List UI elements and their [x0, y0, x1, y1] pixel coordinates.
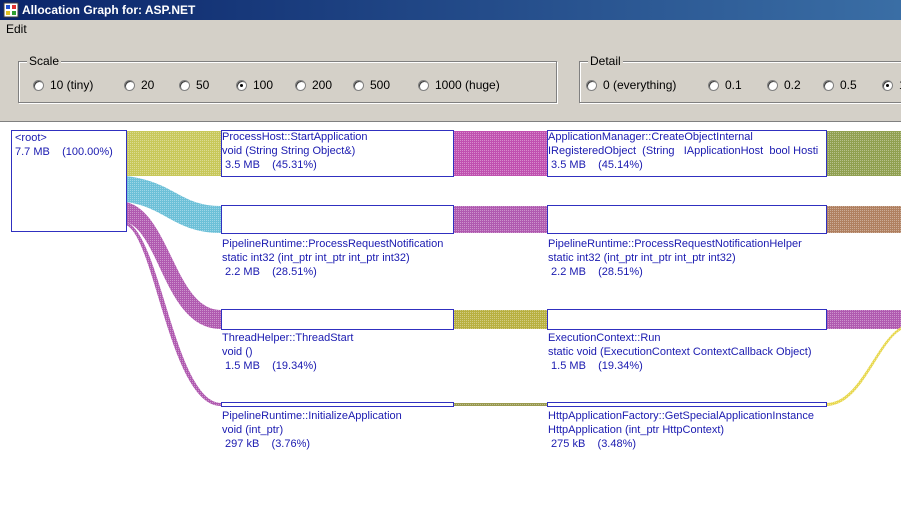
app-icon [3, 2, 19, 18]
radio-circle[interactable] [124, 79, 135, 91]
node-root-label: <root> 7.7 MB (100.00%) [15, 132, 113, 158]
node-appmanager-label: ApplicationManager::CreateObjectInternal… [548, 131, 819, 171]
scale-option-20[interactable]: 20 [124, 78, 154, 92]
node-threadhelper[interactable] [221, 309, 454, 330]
title-bar: Allocation Graph for: ASP.NET [0, 0, 901, 20]
radio-circle[interactable] [418, 79, 429, 91]
scale-option-50[interactable]: 50 [179, 78, 209, 92]
node-pipelineinit[interactable] [221, 402, 454, 407]
scale-legend: Scale [27, 54, 62, 68]
node-executioncontext-label: ExecutionContext::Run static void (Execu… [548, 332, 812, 372]
detail-option-0-1[interactable]: 0.1 [708, 78, 742, 92]
radio-circle-selected[interactable] [236, 79, 247, 91]
scale-option-1000[interactable]: 1000 (huge) [418, 78, 500, 92]
radio-circle[interactable] [353, 79, 364, 91]
options-panel: Scale Detail 10 (tiny) 20 50 100 200 500… [0, 38, 901, 121]
node-processhost-label: ProcessHost::StartApplication void (Stri… [222, 131, 368, 171]
detail-option-0-5[interactable]: 0.5 [823, 78, 857, 92]
window-title: Allocation Graph for: ASP.NET [22, 3, 196, 17]
scale-option-100[interactable]: 100 [236, 78, 273, 92]
menu-bar: Edit [0, 20, 901, 38]
detail-option-0-2[interactable]: 0.2 [767, 78, 801, 92]
node-threadhelper-label: ThreadHelper::ThreadStart void () 1.5 MB… [222, 332, 354, 372]
radio-circle-selected[interactable] [882, 79, 893, 91]
node-pipelinehelper-label: PipelineRuntime::ProcessRequestNotificat… [548, 238, 802, 278]
scale-option-200[interactable]: 200 [295, 78, 332, 92]
allocation-graph-canvas[interactable]: <root> 7.7 MB (100.00%) ProcessHost::Sta… [0, 121, 901, 517]
radio-circle[interactable] [295, 79, 306, 91]
radio-circle[interactable] [33, 79, 44, 91]
node-pipelinenotification[interactable] [221, 205, 454, 234]
node-pipelinehelper[interactable] [547, 205, 827, 234]
radio-circle[interactable] [708, 79, 719, 91]
radio-circle[interactable] [586, 79, 597, 91]
node-pipelinenotification-label: PipelineRuntime::ProcessRequestNotificat… [222, 238, 444, 278]
node-httpfactory[interactable] [547, 402, 827, 407]
menu-edit[interactable]: Edit [6, 22, 27, 36]
scale-option-10[interactable]: 10 (tiny) [33, 78, 93, 92]
radio-circle[interactable] [823, 79, 834, 91]
scale-option-500[interactable]: 500 [353, 78, 390, 92]
node-executioncontext[interactable] [547, 309, 827, 330]
detail-option-1[interactable]: 1 [882, 78, 901, 92]
detail-legend: Detail [588, 54, 623, 68]
node-pipelineinit-label: PipelineRuntime::InitializeApplication v… [222, 410, 402, 450]
radio-circle[interactable] [179, 79, 190, 91]
node-httpfactory-label: HttpApplicationFactory::GetSpecialApplic… [548, 410, 814, 450]
radio-circle[interactable] [767, 79, 778, 91]
detail-option-0[interactable]: 0 (everything) [586, 78, 676, 92]
